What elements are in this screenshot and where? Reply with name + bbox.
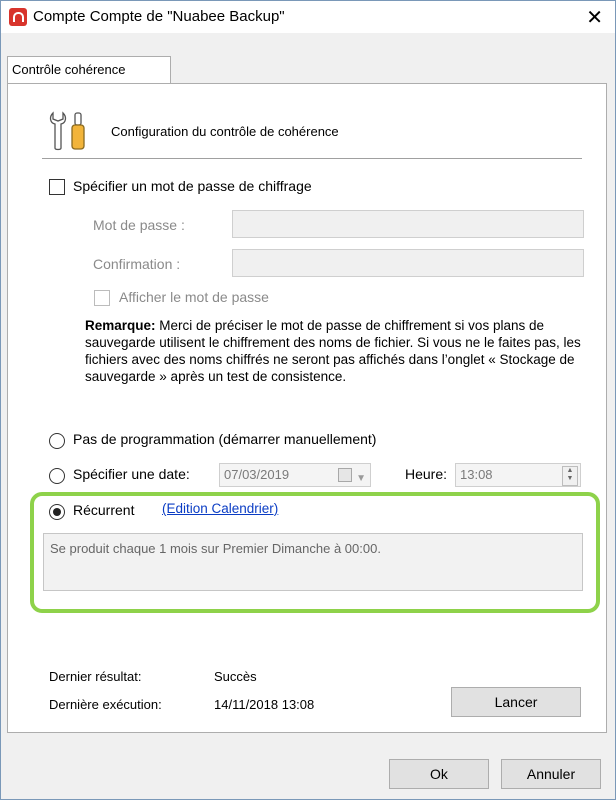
recurrence-text: Se produit chaque 1 mois sur Premier Dim…	[50, 541, 381, 556]
run-button[interactable]: Lancer	[451, 687, 581, 717]
encryption-checkbox[interactable]	[49, 179, 65, 195]
date-value: 07/03/2019	[224, 467, 290, 482]
password-label: Mot de passe :	[93, 217, 185, 233]
edit-calendar-link[interactable]: (Edition Calendrier)	[162, 501, 278, 516]
show-password-label: Afficher le mot de passe	[119, 289, 269, 305]
page-title: Configuration du contrôle de cohérence	[111, 124, 339, 139]
remark-text: Merci de préciser le mot de passe de chi…	[85, 318, 581, 384]
nuabee-logo-icon	[9, 8, 27, 26]
cancel-button[interactable]: Annuler	[501, 759, 601, 789]
tab-controle-coherence[interactable]: Contrôle cohérence	[7, 56, 171, 84]
show-password-checkbox[interactable]	[94, 290, 110, 306]
recurrence-summary: Se produit chaque 1 mois sur Premier Dim…	[43, 533, 583, 591]
last-result-label: Dernier résultat:	[49, 669, 142, 684]
date-radio-label: Spécifier une date:	[73, 466, 190, 482]
wrench-screwdriver-icon	[49, 111, 85, 151]
title-bar[interactable]: Compte Compte de "Nuabee Backup" ✕	[1, 1, 615, 33]
last-run-value: 14/11/2018 13:08	[214, 697, 315, 712]
time-value: 13:08	[460, 467, 493, 482]
calendar-icon[interactable]	[338, 468, 352, 482]
window-title: Compte Compte de "Nuabee Backup"	[33, 8, 285, 25]
dialog-window: Compte Compte de "Nuabee Backup" ✕ Contr…	[0, 0, 616, 800]
remark-note: Remarque: Merci de préciser le mot de pa…	[85, 317, 585, 385]
date-radio[interactable]	[49, 468, 65, 484]
close-icon[interactable]: ✕	[586, 5, 603, 30]
remark-title: Remarque:	[85, 318, 156, 333]
password-field[interactable]	[232, 210, 584, 238]
ok-button[interactable]: Ok	[389, 759, 489, 789]
confirm-label: Confirmation :	[93, 256, 181, 272]
tab-label: Contrôle cohérence	[12, 62, 126, 77]
chevron-down-icon[interactable]: ▼	[356, 468, 366, 490]
confirm-field[interactable]	[232, 249, 584, 277]
time-picker[interactable]: 13:08 ▲ ▼	[455, 463, 581, 487]
last-result-value: Succès	[214, 669, 257, 684]
divider	[42, 158, 582, 159]
encryption-checkbox-label: Spécifier un mot de passe de chiffrage	[73, 178, 312, 194]
recurrent-radio-label: Récurrent	[73, 502, 135, 518]
time-spinner-icon[interactable]: ▲ ▼	[562, 466, 578, 486]
manual-radio-label: Pas de programmation (démarrer manuellem…	[73, 431, 377, 447]
manual-radio[interactable]	[49, 433, 65, 449]
time-label: Heure:	[405, 466, 448, 482]
recurrent-radio[interactable]	[49, 504, 65, 520]
last-run-label: Dernière exécution:	[49, 697, 162, 712]
date-picker[interactable]: 07/03/2019 ▼	[219, 463, 371, 487]
